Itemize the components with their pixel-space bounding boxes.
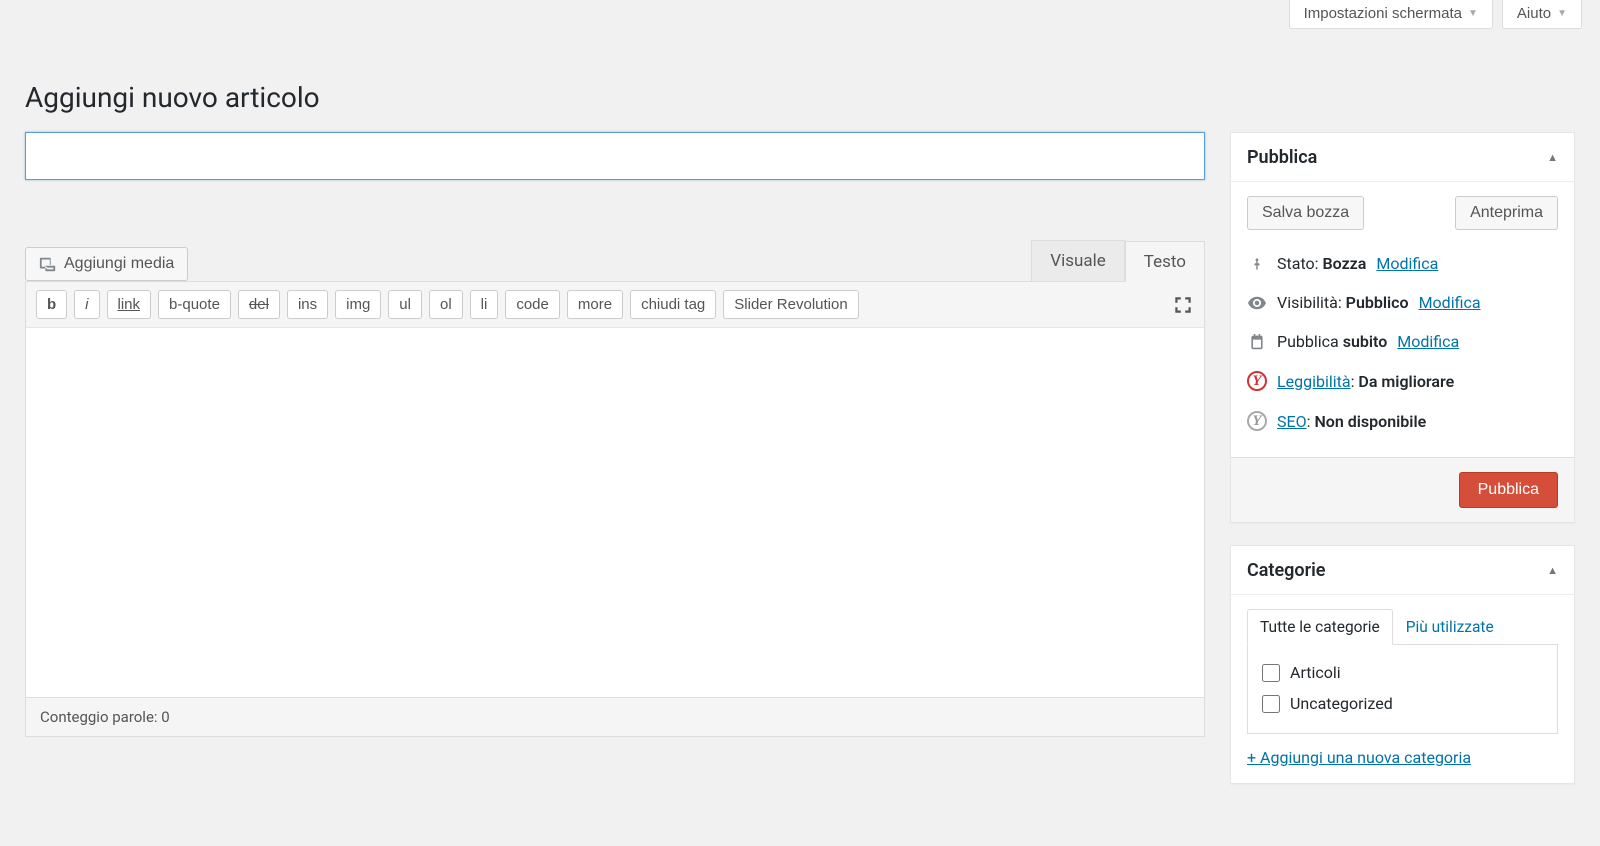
post-title-input[interactable] [25,132,1205,180]
qt-ul[interactable]: ul [388,290,422,319]
yoast-seo-icon: Y [1247,411,1267,431]
fullscreen-icon[interactable] [1172,294,1194,316]
category-checkbox[interactable] [1262,695,1280,713]
schedule-label: Pubblica subito [1277,332,1387,351]
calendar-icon [1247,334,1267,350]
chevron-down-icon: ▼ [1468,8,1478,19]
screen-options-label: Impostazioni schermata [1304,5,1462,22]
visibility-label: Visibilità: Pubblico [1277,293,1409,312]
collapse-icon[interactable]: ▲ [1547,151,1558,164]
edit-visibility-link[interactable]: Modifica [1419,293,1481,312]
add-new-category-link[interactable]: + Aggiungi una nuova categoria [1247,748,1558,767]
pin-icon [1247,256,1267,272]
qt-italic[interactable]: i [74,290,99,319]
category-checkbox[interactable] [1262,664,1280,682]
qt-del[interactable]: del [238,290,280,319]
category-label: Uncategorized [1290,694,1393,713]
qt-img[interactable]: img [335,290,381,319]
help-label: Aiuto [1517,5,1551,22]
yoast-readability-icon: Y [1247,371,1267,391]
chevron-down-icon: ▼ [1557,8,1567,19]
qt-ol[interactable]: ol [429,290,463,319]
tab-text[interactable]: Testo [1125,241,1205,282]
qt-bold[interactable]: b [36,290,67,319]
category-label: Articoli [1290,663,1341,682]
post-content-textarea[interactable] [25,328,1205,698]
categories-box: Categorie ▲ Tutte le categorie Più utili… [1230,545,1575,784]
qt-close-tags[interactable]: chiudi tag [630,290,716,319]
page-title: Aggiungi nuovo articolo [25,81,1575,114]
category-item[interactable]: Articoli [1262,657,1543,688]
edit-schedule-link[interactable]: Modifica [1397,332,1459,351]
status-label: Stato: Bozza [1277,254,1366,273]
publish-box: Pubblica ▲ Salva bozza Anteprima Stato: … [1230,132,1575,523]
collapse-icon[interactable]: ▲ [1547,564,1558,577]
qt-more[interactable]: more [567,290,623,319]
category-item[interactable]: Uncategorized [1262,688,1543,719]
readability-label: Leggibilità: Da migliorare [1277,372,1454,391]
edit-status-link[interactable]: Modifica [1376,254,1438,273]
save-draft-button[interactable]: Salva bozza [1247,196,1364,230]
quicktags-toolbar: b i link b-quote del ins img ul ol li co… [25,281,1205,328]
qt-code[interactable]: code [505,290,560,319]
publish-box-title: Pubblica [1247,147,1317,168]
publish-button[interactable]: Pubblica [1459,472,1558,508]
eye-icon [1247,296,1267,310]
screen-options-button[interactable]: Impostazioni schermata ▼ [1289,0,1493,29]
add-media-label: Aggiungi media [64,255,174,273]
qt-link[interactable]: link [107,290,152,319]
tab-visual[interactable]: Visuale [1031,240,1125,281]
word-count-status: Conteggio parole: 0 [25,698,1205,737]
tab-most-used-categories[interactable]: Più utilizzate [1393,609,1507,645]
tab-all-categories[interactable]: Tutte le categorie [1247,609,1393,645]
qt-ins[interactable]: ins [287,290,328,319]
qt-li[interactable]: li [470,290,499,319]
help-button[interactable]: Aiuto ▼ [1502,0,1582,29]
qt-slider-revolution[interactable]: Slider Revolution [723,290,858,319]
media-icon [39,255,57,273]
add-media-button[interactable]: Aggiungi media [25,247,188,281]
qt-bquote[interactable]: b-quote [158,290,231,319]
preview-button[interactable]: Anteprima [1455,196,1558,230]
seo-label: SEO: Non disponibile [1277,412,1426,431]
categories-box-title: Categorie [1247,560,1325,581]
